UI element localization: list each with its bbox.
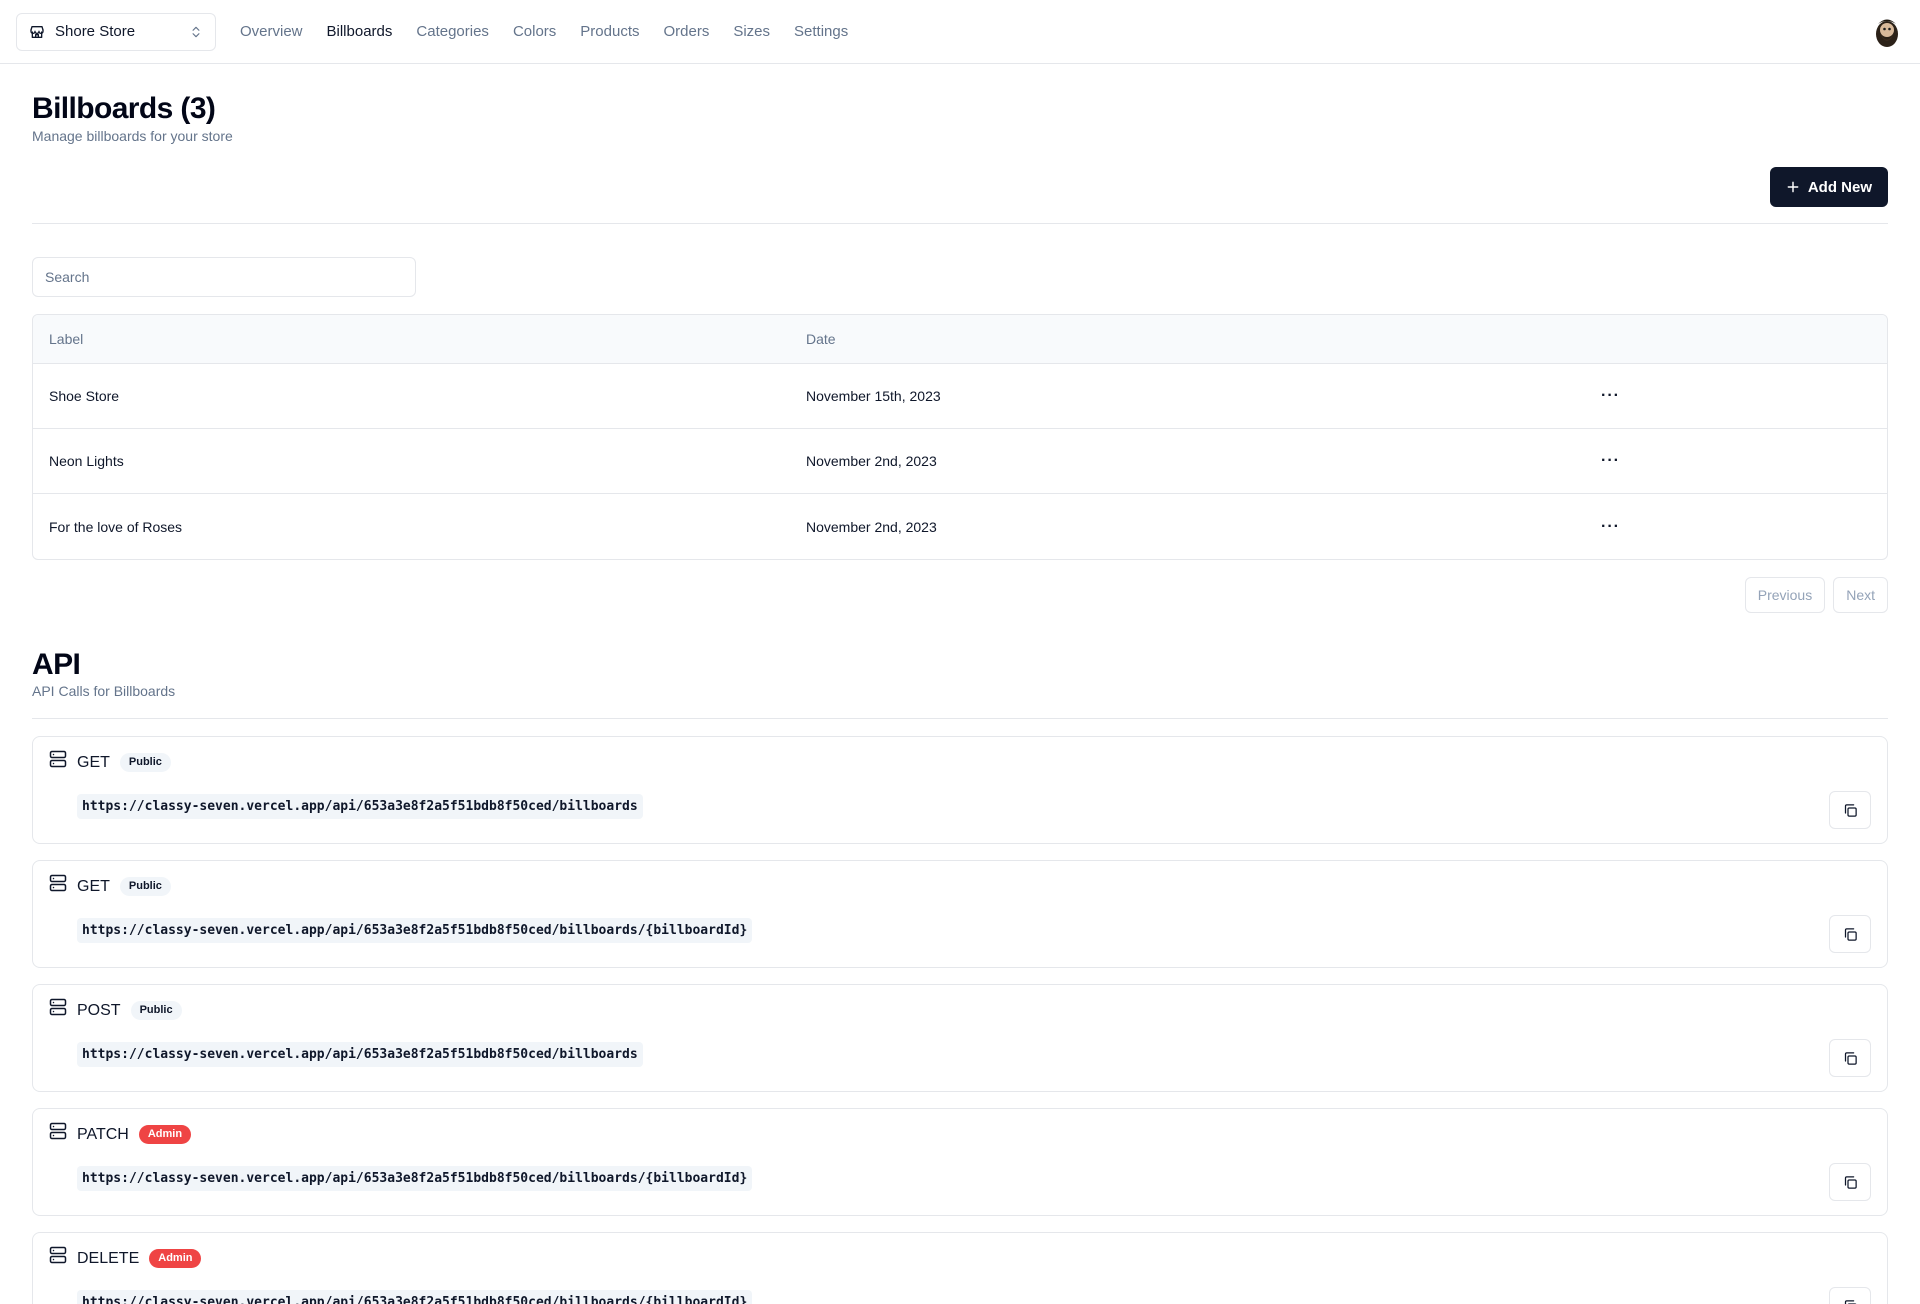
copy-icon <box>1844 1299 1857 1304</box>
store-switcher[interactable]: Shore Store <box>16 12 216 51</box>
previous-button[interactable]: Previous <box>1744 577 1826 613</box>
access-badge: Public <box>119 877 171 896</box>
page-title: Billboards (3) <box>32 92 216 125</box>
store-icon <box>30 25 44 38</box>
server-icon <box>49 874 67 891</box>
endpoint-url: https://classy-seven.vercel.app/api/653a… <box>77 794 643 819</box>
api-endpoint-card: POST Public https://classy-seven.vercel.… <box>32 984 1888 1092</box>
search-wrap <box>32 257 1888 297</box>
http-method: PATCH <box>77 1125 129 1143</box>
main-content: Billboards (3) Manage billboards for you… <box>0 64 1920 1304</box>
copy-icon <box>1844 927 1857 941</box>
column-header-date[interactable]: Date <box>806 331 1593 347</box>
cell-label: Shoe Store <box>49 388 120 404</box>
top-navbar: Shore Store Overview Billboards Categori… <box>0 0 1920 64</box>
access-badge: Admin <box>138 1125 192 1144</box>
api-endpoint-card: DELETE Admin https://classy-seven.vercel… <box>32 1232 1888 1304</box>
main-nav: Overview Billboards Categories Colors Pr… <box>240 23 872 40</box>
access-badge: Admin <box>149 1249 202 1268</box>
nav-overview[interactable]: Overview <box>240 23 303 40</box>
plus-icon <box>1787 181 1799 193</box>
api-subtitle: API Calls for Billboards <box>32 683 176 699</box>
copy-icon <box>1844 1175 1857 1189</box>
page-subtitle: Manage billboards for your store <box>32 128 233 144</box>
cell-label: Neon Lights <box>49 453 124 469</box>
page-heading: Billboards (3) Manage billboards for you… <box>32 64 1888 224</box>
access-badge: Public <box>119 753 171 772</box>
server-icon <box>49 750 67 767</box>
add-new-button[interactable]: Add New <box>1769 167 1888 207</box>
endpoint-url: https://classy-seven.vercel.app/api/653a… <box>77 1042 643 1067</box>
copy-button[interactable] <box>1829 915 1871 953</box>
add-new-label: Add New <box>1807 178 1872 196</box>
cell-date: November 2nd, 2023 <box>806 518 937 535</box>
access-badge: Public <box>130 1001 182 1020</box>
api-title: API <box>32 648 81 681</box>
more-horizontal-icon[interactable]: ··· <box>1593 514 1628 540</box>
nav-products[interactable]: Products <box>580 23 639 40</box>
cell-date: November 15th, 2023 <box>806 388 941 404</box>
column-header-label[interactable]: Label <box>33 331 806 347</box>
store-name: Shore Store <box>55 23 136 40</box>
copy-icon <box>1844 1051 1857 1065</box>
chevrons-up-down-icon <box>192 26 200 37</box>
server-icon <box>49 998 67 1015</box>
user-avatar[interactable] <box>1870 14 1904 48</box>
copy-button[interactable] <box>1829 1039 1871 1077</box>
copy-button[interactable] <box>1829 1287 1871 1304</box>
api-endpoint-card: PATCH Admin https://classy-seven.vercel.… <box>32 1108 1888 1216</box>
nav-categories[interactable]: Categories <box>416 23 489 40</box>
server-icon <box>49 1122 67 1139</box>
endpoint-url: https://classy-seven.vercel.app/api/653a… <box>77 1290 753 1304</box>
api-endpoint-card: GET Public https://classy-seven.vercel.a… <box>32 736 1888 844</box>
copy-button[interactable] <box>1829 791 1871 829</box>
nav-billboards[interactable]: Billboards <box>327 23 393 40</box>
endpoint-url: https://classy-seven.vercel.app/api/653a… <box>77 918 753 943</box>
copy-button[interactable] <box>1829 1163 1871 1201</box>
http-method: DELETE <box>77 1249 140 1267</box>
more-horizontal-icon[interactable]: ··· <box>1593 448 1628 474</box>
table-row: Shoe Store November 15th, 2023 ··· <box>33 364 1887 429</box>
nav-settings[interactable]: Settings <box>794 23 848 40</box>
nav-orders[interactable]: Orders <box>664 23 710 40</box>
api-endpoint-list: GET Public https://classy-seven.vercel.a… <box>32 736 1888 1304</box>
cell-date: November 2nd, 2023 <box>806 453 937 469</box>
search-input[interactable] <box>32 257 416 297</box>
table-row: For the love of Roses November 2nd, 2023… <box>33 494 1887 559</box>
server-icon <box>49 1246 67 1263</box>
next-button[interactable]: Next <box>1833 577 1888 613</box>
endpoint-url: https://classy-seven.vercel.app/api/653a… <box>77 1166 753 1191</box>
api-endpoint-card: GET Public https://classy-seven.vercel.a… <box>32 860 1888 968</box>
http-method: GET <box>77 753 110 771</box>
cell-label: For the love of Roses <box>49 518 183 535</box>
billboards-table: Label Date Shoe Store November 15th, 202… <box>32 314 1888 560</box>
nav-sizes[interactable]: Sizes <box>733 23 770 40</box>
api-heading: API API Calls for Billboards <box>32 647 1888 719</box>
copy-icon <box>1844 803 1857 817</box>
http-method: POST <box>77 1001 121 1019</box>
table-header: Label Date <box>33 315 1887 364</box>
table-row: Neon Lights November 2nd, 2023 ··· <box>33 429 1887 494</box>
nav-colors[interactable]: Colors <box>513 23 556 40</box>
more-horizontal-icon[interactable]: ··· <box>1593 383 1628 409</box>
http-method: GET <box>77 877 110 895</box>
pagination: Previous Next <box>32 577 1888 613</box>
